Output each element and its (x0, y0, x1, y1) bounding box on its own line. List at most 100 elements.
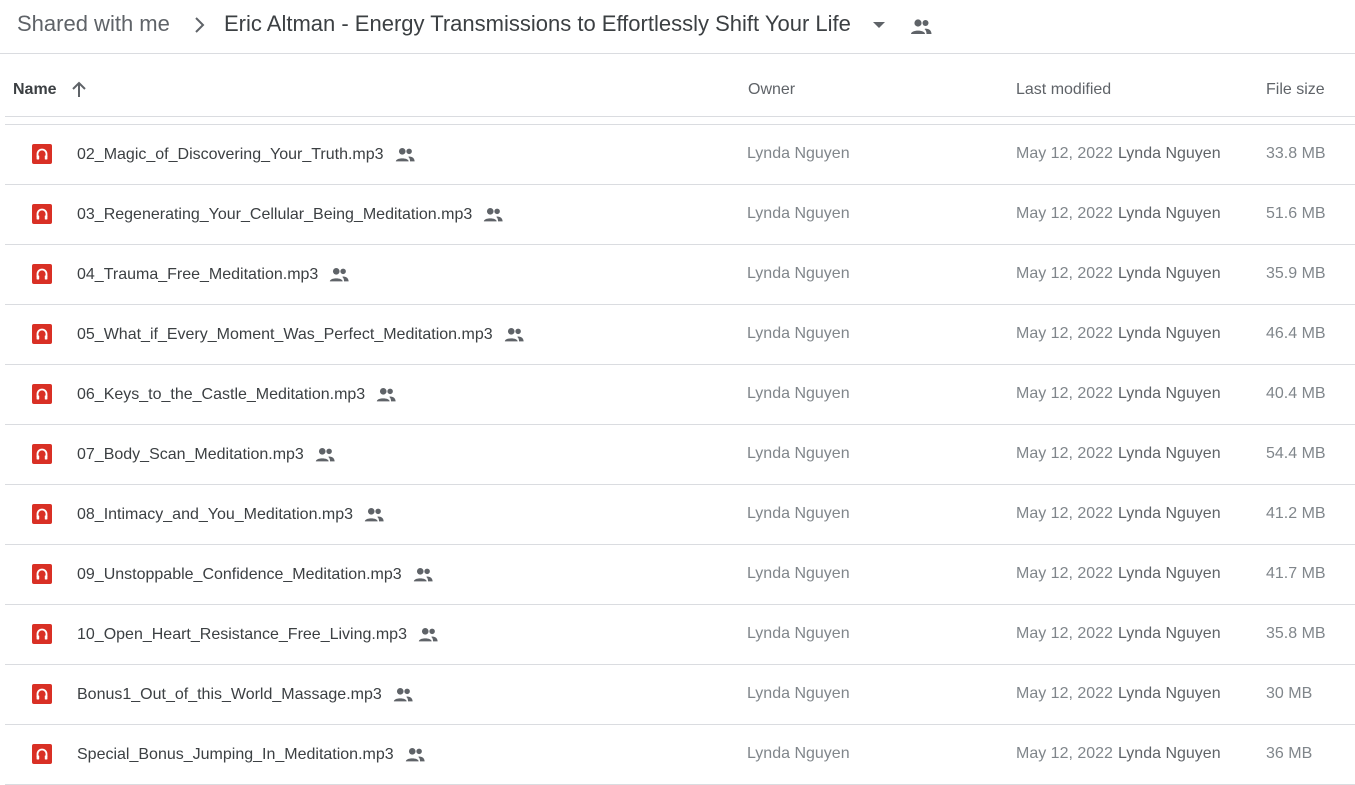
file-name[interactable]: 10_Open_Heart_Resistance_Free_Living.mp3 (77, 626, 407, 644)
shared-people-icon (328, 264, 350, 286)
file-name[interactable]: 04_Trauma_Free_Meditation.mp3 (77, 266, 318, 284)
file-modified-date: May 12, 2022 (1016, 385, 1113, 402)
file-row[interactable]: 06_Keys_to_the_Castle_Meditation.mp3 Lynd… (5, 365, 1355, 425)
file-name[interactable]: 09_Unstoppable_Confidence_Meditation.mp3 (77, 566, 402, 584)
file-owner: Lynda Nguyen (747, 265, 850, 282)
file-modified-by: Lynda Nguyen (1118, 205, 1221, 222)
file-modified-date: May 12, 2022 (1016, 745, 1113, 762)
shared-people-icon (314, 444, 336, 466)
file-owner: Lynda Nguyen (747, 745, 850, 762)
file-modified-date: May 12, 2022 (1016, 625, 1113, 642)
file-name-cell: 10_Open_Heart_Resistance_Free_Living.mp3 (77, 605, 439, 664)
file-owner: Lynda Nguyen (747, 445, 850, 462)
file-modified-date: May 12, 2022 (1016, 505, 1113, 522)
file-row[interactable]: 08_Intimacy_and_You_Meditation.mp3 Lynda … (5, 485, 1355, 545)
file-modified-by: Lynda Nguyen (1118, 265, 1221, 282)
file-modified-by: Lynda Nguyen (1118, 145, 1221, 162)
shared-people-icon (412, 564, 434, 586)
file-size: 41.2 MB (1266, 505, 1326, 522)
column-header-owner[interactable]: Owner (748, 81, 795, 99)
shared-people-icon (392, 684, 414, 706)
audio-file-icon (32, 384, 52, 404)
file-owner: Lynda Nguyen (747, 685, 850, 702)
breadcrumb-current-folder[interactable]: Eric Altman - Energy Transmissions to Ef… (224, 11, 851, 37)
column-header-name[interactable]: Name (13, 81, 57, 99)
audio-file-icon (32, 144, 52, 164)
file-modified-date: May 12, 2022 (1016, 265, 1113, 282)
file-size: 46.4 MB (1266, 325, 1326, 342)
file-name-cell: 02_Magic_of_Discovering_Your_Truth.mp3 (77, 125, 416, 184)
file-size: 36 MB (1266, 745, 1313, 762)
audio-file-icon (32, 624, 52, 644)
file-modified-date: May 12, 2022 (1016, 205, 1113, 222)
audio-file-icon (32, 564, 52, 584)
shared-people-icon (375, 384, 397, 406)
file-row[interactable]: Special_Bonus_Jumping_In_Meditation.mp3 L… (5, 725, 1355, 785)
file-modified-by: Lynda Nguyen (1118, 505, 1221, 522)
file-size: 41.7 MB (1266, 565, 1326, 582)
file-row[interactable]: 05_What_if_Every_Moment_Was_Perfect_Medi… (5, 305, 1355, 365)
file-size: 40.4 MB (1266, 385, 1326, 402)
shared-people-icon (394, 144, 416, 166)
file-name-cell: 05_What_if_Every_Moment_Was_Perfect_Medi… (77, 305, 525, 364)
file-name[interactable]: Special_Bonus_Jumping_In_Meditation.mp3 (77, 746, 394, 764)
file-row[interactable]: 04_Trauma_Free_Meditation.mp3 Lynda Nguye… (5, 245, 1355, 305)
file-owner: Lynda Nguyen (747, 565, 850, 582)
file-name-cell: 06_Keys_to_the_Castle_Meditation.mp3 (77, 365, 397, 424)
file-name-cell: 07_Body_Scan_Meditation.mp3 (77, 425, 336, 484)
file-row[interactable]: Bonus1_Out_of_this_World_Massage.mp3 Lynd… (5, 665, 1355, 725)
file-size: 51.6 MB (1266, 205, 1326, 222)
file-name[interactable]: 06_Keys_to_the_Castle_Meditation.mp3 (77, 386, 365, 404)
file-name-cell: Bonus1_Out_of_this_World_Massage.mp3 (77, 665, 414, 724)
file-owner: Lynda Nguyen (747, 205, 850, 222)
file-modified-by: Lynda Nguyen (1118, 625, 1221, 642)
file-modified-date: May 12, 2022 (1016, 145, 1113, 162)
column-header-file-size[interactable]: File size (1266, 81, 1325, 99)
file-name[interactable]: 08_Intimacy_and_You_Meditation.mp3 (77, 506, 353, 524)
shared-people-icon (404, 744, 426, 766)
file-size: 30 MB (1266, 685, 1313, 702)
file-row[interactable]: 10_Open_Heart_Resistance_Free_Living.mp3… (5, 605, 1355, 665)
file-row[interactable]: 02_Magic_of_Discovering_Your_Truth.mp3 Ly… (5, 125, 1355, 185)
file-list: 02_Magic_of_Discovering_Your_Truth.mp3 Ly… (5, 125, 1355, 785)
file-modified-by: Lynda Nguyen (1118, 445, 1221, 462)
file-owner: Lynda Nguyen (747, 385, 850, 402)
file-modified-date: May 12, 2022 (1016, 685, 1113, 702)
file-row[interactable]: 07_Body_Scan_Meditation.mp3 Lynda Nguyen M… (5, 425, 1355, 485)
audio-file-icon (32, 504, 52, 524)
chevron-right-icon (195, 17, 205, 33)
audio-file-icon (32, 744, 52, 764)
file-name[interactable]: 02_Magic_of_Discovering_Your_Truth.mp3 (77, 146, 384, 164)
audio-file-icon (32, 204, 52, 224)
breadcrumb-shared-with-me[interactable]: Shared with me (17, 11, 170, 37)
audio-file-icon (32, 264, 52, 284)
column-header-row: Name Owner Last modified File size (5, 55, 1355, 117)
file-name[interactable]: 03_Regenerating_Your_Cellular_Being_Medi… (77, 206, 472, 224)
column-header-last-modified[interactable]: Last modified (1016, 81, 1111, 99)
file-modified-date: May 12, 2022 (1016, 445, 1113, 462)
file-name-cell: 09_Unstoppable_Confidence_Meditation.mp3 (77, 545, 434, 604)
file-name[interactable]: Bonus1_Out_of_this_World_Massage.mp3 (77, 686, 382, 704)
file-row[interactable]: 03_Regenerating_Your_Cellular_Being_Medi… (5, 185, 1355, 245)
shared-people-icon (417, 624, 439, 646)
file-owner: Lynda Nguyen (747, 325, 850, 342)
shared-people-icon (911, 19, 932, 34)
audio-file-icon (32, 444, 52, 464)
audio-file-icon (32, 324, 52, 344)
file-size: 54.4 MB (1266, 445, 1326, 462)
file-owner: Lynda Nguyen (747, 505, 850, 522)
file-name-cell: 04_Trauma_Free_Meditation.mp3 (77, 245, 350, 304)
file-modified-by: Lynda Nguyen (1118, 565, 1221, 582)
file-row[interactable]: 09_Unstoppable_Confidence_Meditation.mp3… (5, 545, 1355, 605)
file-name[interactable]: 07_Body_Scan_Meditation.mp3 (77, 446, 304, 464)
file-name-cell: 03_Regenerating_Your_Cellular_Being_Medi… (77, 185, 504, 244)
file-modified-date: May 12, 2022 (1016, 565, 1113, 582)
file-size: 35.8 MB (1266, 625, 1326, 642)
file-name[interactable]: 05_What_if_Every_Moment_Was_Perfect_Medi… (77, 326, 493, 344)
file-owner: Lynda Nguyen (747, 145, 850, 162)
arrow-up-icon[interactable] (69, 80, 89, 100)
shared-people-icon (482, 204, 504, 226)
audio-file-icon (32, 684, 52, 704)
caret-down-icon[interactable] (871, 19, 887, 31)
file-name-cell: 08_Intimacy_and_You_Meditation.mp3 (77, 485, 385, 544)
